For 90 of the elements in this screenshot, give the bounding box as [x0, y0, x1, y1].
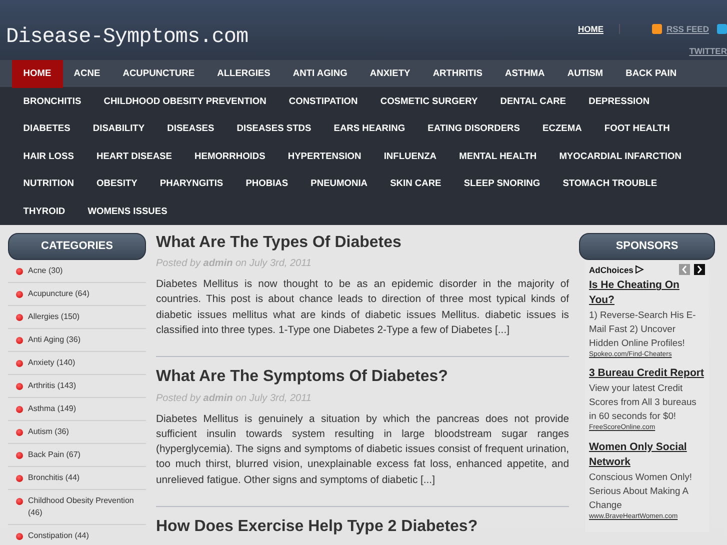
category-link[interactable]: Anti Aging (36)	[8, 328, 146, 352]
bullet-icon	[16, 314, 23, 320]
bullet-icon	[16, 452, 23, 458]
nav-link-item[interactable]: DIABETES	[12, 115, 82, 142]
nav-link-item[interactable]: ECZEMA	[531, 115, 594, 142]
previous-icon[interactable]	[679, 264, 690, 276]
category-link[interactable]: Constipation (44)	[8, 524, 146, 545]
nav-link-item[interactable]: DISEASES STDS	[225, 115, 322, 142]
nav-link-item[interactable]: PNEUMONIA	[299, 170, 379, 198]
nav-link-item[interactable]: ANTI AGING	[282, 60, 359, 88]
ad-text: Conscious Women Only! Serious About Making A Change	[589, 470, 693, 512]
category-link[interactable]: Back Pain (67)	[8, 444, 146, 466]
post-meta: Posted by admin on July 3rd, 2011	[156, 392, 312, 406]
next-icon[interactable]	[694, 264, 705, 276]
nav-link-item[interactable]: SKIN CARE	[378, 170, 453, 198]
twitter-icon[interactable]	[717, 24, 727, 34]
nav-link-item[interactable]: CONSTIPATION	[278, 88, 370, 115]
sidebar-heading: SPONSORS	[579, 233, 715, 260]
rss-icon[interactable]	[652, 24, 662, 34]
nav-link-item[interactable]: BACK PAIN	[614, 60, 688, 88]
post-title[interactable]: What Are The Symptoms Of Diabetes?	[156, 367, 569, 387]
nav-link-item[interactable]: BRONCHITIS	[12, 88, 92, 115]
category-link[interactable]: Bronchitis (44)	[8, 466, 146, 490]
nav-link-item[interactable]: FOOT HEALTH	[593, 115, 682, 142]
bullet-icon	[16, 498, 23, 504]
nav-link-item[interactable]: SLEEP SNORING	[452, 170, 552, 198]
nav-link-item[interactable]: THYROID	[12, 198, 76, 225]
bullet-icon	[16, 382, 23, 390]
adchoices-label[interactable]: AdChoices	[589, 264, 634, 276]
nav-link-item[interactable]: DISABILITY	[82, 115, 156, 142]
play-icon[interactable]	[635, 265, 644, 274]
nav-link-item[interactable]: MYOCARDIAL INFARCTION	[548, 142, 693, 170]
post-meta: Posted by admin on July 3rd, 2011	[156, 257, 312, 272]
nav-link-item[interactable]: MENTAL HEALTH	[448, 142, 548, 170]
nav-link-item[interactable]: ANXIETY	[358, 60, 422, 88]
nav-link-item[interactable]: ARTHRITIS	[422, 60, 494, 88]
bullet-icon	[16, 474, 23, 482]
bullet-icon	[16, 360, 23, 366]
nav-link-item[interactable]: ACNE	[62, 60, 112, 88]
bullet-icon	[16, 532, 23, 540]
nav-link-item[interactable]: NUTRITION	[12, 170, 86, 198]
category-link[interactable]: Acupuncture (64)	[8, 282, 146, 306]
bullet-icon	[16, 428, 23, 436]
ad-text: View your latest Credit Scores from All 3 bureaus in 60 seconds for $0!	[589, 381, 698, 424]
nav-link-item[interactable]: HYPERTENSION	[276, 142, 373, 170]
post-title[interactable]: How Does Exercise Help Type 2 Diabetes?	[156, 517, 569, 536]
nav-link-item[interactable]: EARS HEARING	[322, 115, 416, 142]
nav-link-item[interactable]: DENTAL CARE	[488, 88, 578, 115]
nav-link-item[interactable]: WOMENS ISSUES	[76, 198, 179, 225]
ad-title[interactable]: Is He Cheating On You?	[589, 278, 705, 308]
nav-link-item[interactable]: PHARYNGITIS	[148, 170, 234, 198]
nav-link-item[interactable]: HAIR LOSS	[12, 142, 86, 170]
category-link[interactable]: Arthritis (143)	[8, 374, 146, 398]
nav-link-item[interactable]: PHOBIAS	[234, 170, 300, 198]
nav-link-item[interactable]: INFLUENZA	[372, 142, 448, 170]
nav-link-item[interactable]: CHILDHOOD OBESITY PREVENTION	[92, 88, 278, 115]
category-link[interactable]: Anxiety (140)	[8, 352, 146, 374]
top-link[interactable]: TWITTER	[689, 46, 727, 56]
category-link[interactable]: Childhood Obesity Prevention (46)	[8, 490, 146, 524]
nav-link-item[interactable]: ASTHMA	[494, 60, 556, 88]
post-title[interactable]: What Are The Types Of Diabetes	[156, 233, 569, 252]
post-excerpt: Diabetes Mellitus is now thought to be as an epidemic disorder in the majority of countries. This post is about chance leads to direction of three most typical kinds of diabetic issues mellitus what are kinds of diabetic issues Mellitus. diabetic issues is classified into three types. 1-Type one Diabetes 2-Type a few of Diabetes [...]	[156, 278, 569, 338]
category-link[interactable]: Autism (36)	[8, 420, 146, 444]
nav-link-item[interactable]: OBESITY	[85, 170, 149, 198]
bullet-icon	[16, 290, 23, 298]
nav-link-item[interactable]: ACUPUNCTURE	[111, 60, 206, 88]
ad-text: 1) Reverse-Search His E-Mail Fast 2) Uncover Hidden Online Profiles!	[589, 308, 697, 350]
nav-link-item[interactable]: COSMETIC SURGERY	[369, 88, 489, 115]
category-link[interactable]: Acne (30)	[8, 260, 146, 282]
bullet-icon	[16, 336, 23, 344]
nav-link-item[interactable]: ALLERGIES	[206, 60, 282, 88]
category-link[interactable]: Asthma (149)	[8, 398, 146, 420]
post-excerpt: Diabetes Mellitus is genuinely a situation by which the pancreas does not provide sufficient insulin towards system resulting in large bloodstream sugar ranges (hyperglycemia). The signs and symptoms of diabetic issues consist of frequent urination, too much thirst, blurred vision, unexplainable excess fat loss, enhanced appetite, and unrelieved fatigue. Other signs and symptoms of diabetic [...]	[156, 412, 569, 488]
nav-link-item[interactable]: AUTISM	[556, 60, 614, 88]
ad-title[interactable]: Women Only Social Network	[589, 440, 705, 470]
nav-link-item[interactable]: STOMACH TROUBLE	[551, 170, 668, 198]
nav-link-item[interactable]: HOME	[12, 60, 62, 88]
nav-link-item[interactable]: HEART DISEASE	[85, 142, 184, 170]
bullet-icon	[16, 406, 23, 412]
site-logo[interactable]: Disease-Symptoms.com	[6, 22, 248, 60]
nav-link-item[interactable]: EATING DISORDERS	[416, 115, 532, 142]
nav-link-item[interactable]: DISEASES	[156, 115, 226, 142]
bullet-icon	[16, 268, 23, 274]
category-link[interactable]: Allergies (150)	[8, 306, 146, 328]
sidebar-heading: CATEGORIES	[8, 233, 146, 260]
nav-link-item[interactable]: HEMORRHOIDS	[183, 142, 277, 170]
ad-title[interactable]: 3 Bureau Credit Report	[589, 366, 705, 382]
top-link[interactable]: RSS FEED	[666, 22, 709, 36]
top-link[interactable]: HOME	[578, 22, 604, 36]
nav-link-item[interactable]: DEPRESSION	[577, 88, 661, 115]
